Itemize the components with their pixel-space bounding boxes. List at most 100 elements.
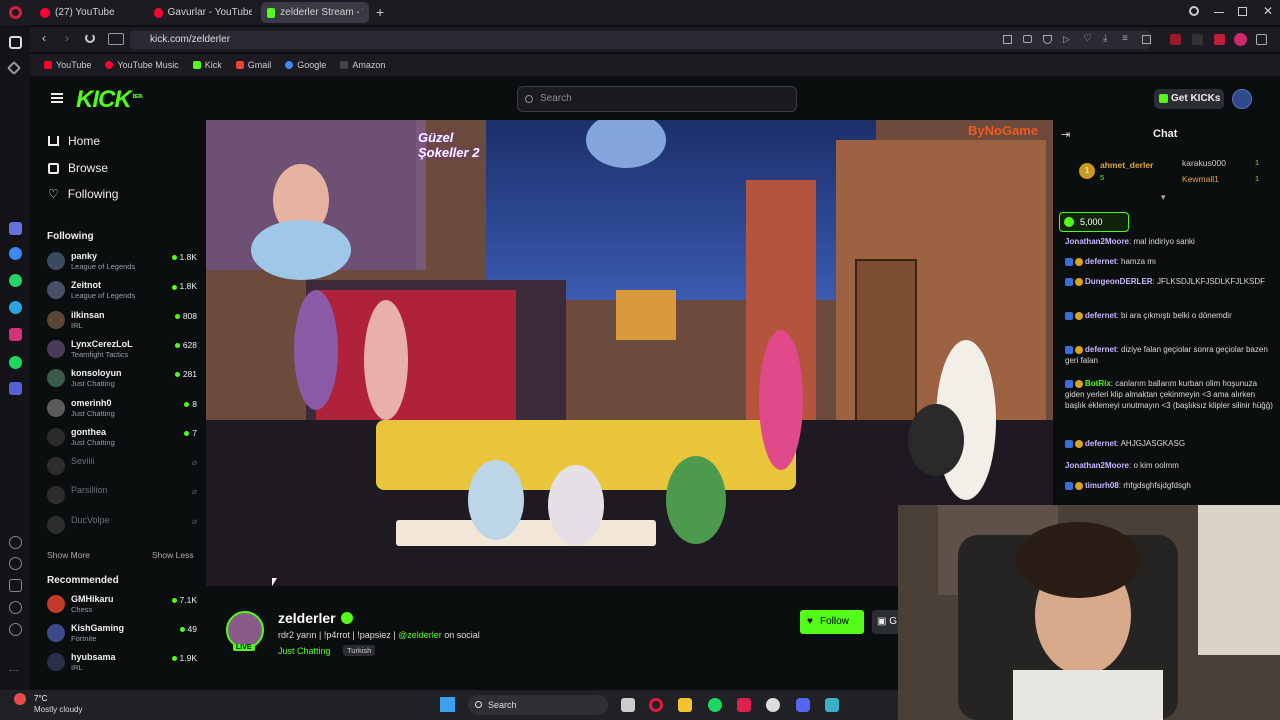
bulb-rail-icon[interactable]	[9, 623, 22, 636]
following-channel[interactable]: gonthea Just Chatting 7	[47, 426, 197, 450]
follow-button[interactable]: ♥ Follow	[800, 610, 864, 634]
aria-rail-icon[interactable]	[9, 222, 22, 235]
spotify-taskbar-icon[interactable]	[708, 698, 722, 712]
opera-logo-icon[interactable]	[9, 6, 22, 19]
search-tabs-icon[interactable]	[1189, 6, 1199, 16]
channel-name[interactable]: zelderler	[278, 610, 336, 626]
pinboard-rail-icon[interactable]	[6, 60, 22, 76]
chat-username[interactable]: defernet	[1085, 257, 1117, 266]
chat-username[interactable]: defernet	[1085, 345, 1117, 354]
new-tab-button[interactable]: +	[376, 4, 384, 20]
heart-outline-icon[interactable]: ♡	[1083, 33, 1092, 44]
following-channel[interactable]: DucVolpe ⌀	[47, 514, 197, 538]
opera-taskbar-icon[interactable]	[649, 698, 663, 712]
following-channel[interactable]: Parsillion ⌀	[47, 484, 197, 508]
top-gifter-name[interactable]: ahmet_derler	[1100, 160, 1153, 170]
chat-username[interactable]: BotRix	[1085, 379, 1111, 388]
file-explorer-icon[interactable]	[678, 698, 692, 712]
category-link[interactable]: Just Chatting	[278, 646, 331, 656]
minimize-button[interactable]	[1214, 12, 1224, 13]
gifter-name[interactable]: Kewmall1	[1182, 174, 1219, 184]
menu-lines-icon[interactable]: ≡	[1122, 33, 1128, 44]
shield-icon[interactable]	[1043, 35, 1052, 44]
nav-browse[interactable]: Browse	[48, 161, 108, 175]
spotify-rail-icon[interactable]	[9, 356, 22, 369]
recommended-channel[interactable]: GMHikaru Chess 7.1K	[47, 593, 197, 617]
following-channel[interactable]: ilkinsan IRL 808	[47, 309, 197, 333]
chat-username[interactable]: defernet	[1085, 311, 1117, 320]
tab-youtube[interactable]: (27) YouTube	[34, 2, 144, 23]
search-input[interactable]: Search	[517, 86, 797, 112]
following-channel[interactable]: Zeitnot League of Legends 1.8K	[47, 279, 197, 303]
download-icon[interactable]: ⤓	[1103, 33, 1107, 44]
chat-username[interactable]: defernet	[1085, 439, 1117, 448]
recommended-channel[interactable]: KishGaming Fortnite 49	[47, 622, 197, 646]
taskbar-search[interactable]: Search	[468, 695, 608, 715]
more-rail-icon[interactable]: ···	[9, 665, 22, 678]
profile-avatar[interactable]	[1234, 33, 1247, 46]
extension-icon[interactable]	[1214, 34, 1225, 45]
wallet-icon[interactable]	[1142, 35, 1151, 44]
start-button[interactable]	[440, 697, 455, 712]
following-channel[interactable]: omerinh0 Just Chatting 8	[47, 397, 197, 421]
bookmark-gmail[interactable]: Gmail	[235, 60, 271, 70]
following-channel[interactable]: Seviiii ⌀	[47, 455, 197, 479]
forward-icon[interactable]: ›	[65, 31, 69, 45]
heart-rail-icon[interactable]	[9, 536, 22, 549]
play-icon[interactable]: ▷	[1063, 34, 1070, 45]
home-rail-icon[interactable]	[9, 36, 22, 49]
chat-username[interactable]: Jonathan2Moore	[1065, 461, 1129, 470]
tab-gavurlar[interactable]: Gavurlar - YouTube M	[148, 2, 258, 23]
chat-username[interactable]: Jonathan2Moore	[1065, 237, 1129, 246]
close-window-button[interactable]: ✕	[1263, 4, 1273, 18]
telegram-rail-icon[interactable]	[9, 301, 22, 314]
history-rail-icon[interactable]	[9, 557, 22, 570]
chat-username[interactable]: DungeonDERLER	[1085, 277, 1153, 286]
player-rail-icon[interactable]	[9, 382, 22, 395]
following-channel[interactable]: konsoloyun Just Chatting 281	[47, 367, 197, 391]
chrome-taskbar-icon[interactable]	[766, 698, 780, 712]
maximize-button[interactable]	[1238, 7, 1247, 16]
bookmark-google[interactable]: Google	[285, 60, 326, 70]
camera-icon[interactable]	[1023, 35, 1032, 43]
extension-icon[interactable]	[1192, 34, 1203, 45]
social-handle-link[interactable]: @zelderler	[398, 630, 442, 640]
messenger-rail-icon[interactable]	[9, 247, 22, 260]
instagram-rail-icon[interactable]	[9, 328, 22, 341]
recommended-channel[interactable]: hyubsama IRL 1.9K	[47, 651, 197, 675]
show-more-button[interactable]: Show More	[47, 550, 90, 560]
language-tag[interactable]: Turkish	[343, 645, 376, 656]
media-player-icon[interactable]	[737, 698, 751, 712]
bookmark-kick[interactable]: Kick	[192, 60, 222, 70]
following-channel[interactable]: panky League of Legends 1.8K	[47, 250, 197, 274]
collapse-chat-icon[interactable]: ⇥	[1061, 128, 1070, 141]
show-less-button[interactable]: Show Less	[152, 550, 194, 560]
settings-rail-icon[interactable]	[9, 601, 22, 614]
chevron-down-icon[interactable]: ▾	[1161, 192, 1166, 203]
extension-icon[interactable]	[1170, 34, 1181, 45]
cube-rail-icon[interactable]	[9, 579, 22, 592]
task-view-icon[interactable]	[621, 698, 635, 712]
easy-setup-icon[interactable]	[1256, 34, 1267, 45]
bookmark-amazon[interactable]: Amazon	[340, 60, 385, 70]
discord-taskbar-icon[interactable]	[796, 698, 810, 712]
nav-following[interactable]: ♡ Following	[48, 187, 118, 201]
user-avatar[interactable]	[1232, 89, 1252, 109]
reload-icon[interactable]	[85, 33, 95, 43]
following-channel[interactable]: LynxCerezLoL Teamfight Tactics 628	[47, 338, 197, 362]
bookmark-youtube-music[interactable]: YouTube Music	[105, 60, 179, 70]
url-bar[interactable]: kick.com/zelderler	[130, 31, 1150, 49]
whatsapp-rail-icon[interactable]	[9, 274, 22, 287]
gift-sub-button[interactable]: ▣ G	[872, 610, 898, 634]
back-icon[interactable]: ‹	[42, 31, 46, 45]
chat-username[interactable]: timurh08	[1085, 481, 1119, 490]
get-kicks-button[interactable]: Get KICKs	[1154, 89, 1224, 109]
site-info-icon[interactable]	[108, 33, 124, 45]
kick-logo[interactable]: KICK BETA	[76, 86, 143, 114]
kicks-pin[interactable]: 5,000	[1059, 212, 1129, 232]
gifter-name[interactable]: karakus000	[1182, 158, 1226, 168]
edit-icon[interactable]	[1003, 35, 1012, 44]
nav-home[interactable]: Home	[48, 134, 100, 148]
hamburger-menu-icon[interactable]	[51, 93, 63, 103]
weather-icon[interactable]	[14, 693, 26, 705]
